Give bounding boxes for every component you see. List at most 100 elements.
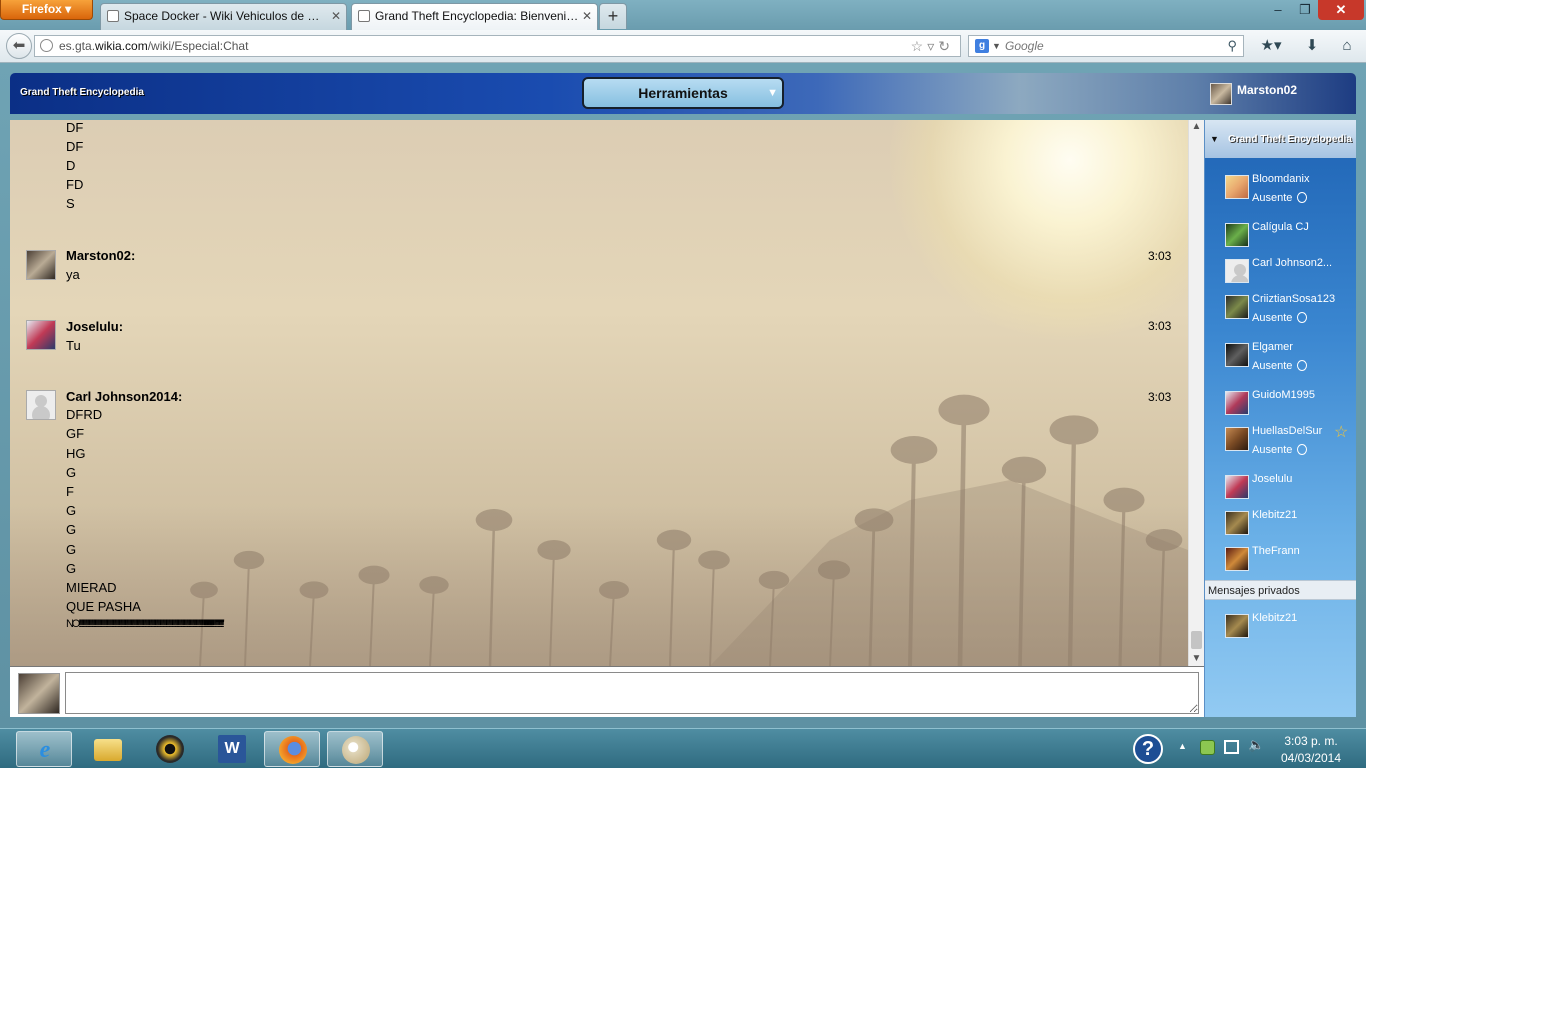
clock-time[interactable]: 3:03 p. m. bbox=[1270, 734, 1352, 748]
close-tab-icon[interactable]: ✕ bbox=[582, 4, 592, 28]
message-line: Tu bbox=[66, 338, 81, 353]
bookmarks-icon[interactable]: ★▾ bbox=[1254, 36, 1288, 56]
new-tab-button[interactable]: + bbox=[599, 3, 627, 29]
taskbar-internet-explorer[interactable]: e bbox=[16, 731, 72, 767]
user-status: Ausente bbox=[1252, 312, 1293, 324]
engine-dropdown-icon[interactable]: ▼ bbox=[992, 36, 1001, 56]
private-user-item[interactable]: Klebitz21 bbox=[1205, 612, 1356, 654]
url-bar[interactable]: es.gta.wikia.com/wiki/Especial:Chat ☆▿↻ bbox=[34, 35, 961, 57]
current-user-name[interactable]: Marston02 bbox=[1237, 83, 1297, 97]
avatar[interactable] bbox=[26, 390, 56, 420]
security-icon[interactable] bbox=[1200, 740, 1215, 755]
back-arrow-icon: ⬅ bbox=[12, 37, 26, 54]
avatar[interactable] bbox=[1210, 83, 1232, 105]
tools-label: Herramientas bbox=[638, 85, 728, 101]
user-name: GuidoM1995 bbox=[1252, 389, 1315, 401]
search-placeholder: Google bbox=[1005, 39, 1044, 53]
scroll-up-icon[interactable]: ▲ bbox=[1189, 120, 1204, 134]
user-name: CriiztianSosa123 bbox=[1252, 293, 1336, 305]
avatar bbox=[18, 673, 60, 714]
taskbar-paint[interactable] bbox=[327, 731, 383, 767]
message-line: F bbox=[66, 484, 74, 499]
taskbar-media-player[interactable] bbox=[142, 731, 198, 767]
url-actions: ☆▿↻ bbox=[911, 36, 954, 56]
chat-message-input[interactable] bbox=[65, 672, 1199, 714]
room-header[interactable]: ▼ Grand Theft Encyclopedia bbox=[1205, 120, 1356, 158]
help-icon[interactable]: ? bbox=[1133, 734, 1163, 764]
message-username[interactable]: Carl Johnson2014: bbox=[66, 389, 182, 404]
message-line: G bbox=[66, 522, 77, 537]
message-username[interactable]: Joselulu: bbox=[66, 319, 123, 334]
user-list-item[interactable]: Elgamer Ausente bbox=[1205, 341, 1356, 383]
messages-list: DF DF D FD S Marston02: 3:03 ya Joselulu… bbox=[10, 120, 1188, 666]
close-window-button[interactable]: ✕ bbox=[1318, 0, 1364, 20]
search-icon[interactable]: ⚲ bbox=[1227, 36, 1237, 56]
dropdown-icon[interactable]: ▿ bbox=[927, 38, 938, 54]
room-name: Grand Theft Encyclopedia bbox=[1228, 134, 1352, 145]
message-time: 3:03 bbox=[1148, 390, 1172, 404]
close-tab-icon[interactable]: ✕ bbox=[331, 4, 341, 28]
back-button[interactable]: ⬅ bbox=[6, 33, 32, 59]
globe-icon bbox=[40, 39, 53, 52]
message-line: GF bbox=[66, 426, 85, 441]
minimize-button[interactable]: – bbox=[1264, 0, 1292, 20]
tab-label: Space Docker - Wiki Vehiculos de Gra... bbox=[124, 9, 328, 23]
message-line: FD bbox=[66, 177, 84, 192]
download-icon[interactable]: ⬇ bbox=[1300, 36, 1324, 56]
search-bar[interactable]: g ▼ Google ⚲ bbox=[968, 35, 1244, 57]
tab-grand-theft-encyclopedia[interactable]: Grand Theft Encyclopedia: Bienvenid... ✕ bbox=[351, 3, 598, 30]
home-icon[interactable]: ⌂ bbox=[1334, 36, 1360, 56]
user-name: Calígula CJ bbox=[1252, 221, 1309, 233]
collapse-icon[interactable]: ▼ bbox=[1210, 134, 1219, 144]
private-messages-header: Mensajes privados bbox=[1205, 580, 1356, 600]
avatar bbox=[1225, 259, 1249, 283]
message-line: G bbox=[66, 561, 77, 576]
chat-scrollbar[interactable]: ▲ ▼ bbox=[1188, 120, 1204, 666]
message-line: G bbox=[66, 542, 77, 557]
message-line: G bbox=[66, 465, 77, 480]
tab-space-docker[interactable]: Space Docker - Wiki Vehiculos de Gra... … bbox=[100, 3, 347, 30]
media-player-icon bbox=[156, 735, 184, 763]
firefox-menu-button[interactable]: Firefox ▾ bbox=[0, 0, 93, 20]
tools-button[interactable]: Herramientas ▼ bbox=[582, 77, 784, 109]
user-list-item[interactable]: HuellasDelSur Ausente ☆ bbox=[1205, 424, 1356, 467]
volume-icon[interactable]: 🔈 bbox=[1248, 737, 1264, 753]
message-line: QUE PASHA bbox=[66, 599, 141, 614]
maximize-button[interactable]: ❐ bbox=[1292, 0, 1318, 20]
title-bar: Firefox ▾ Space Docker - Wiki Vehiculos … bbox=[0, 0, 1366, 30]
wiki-logo[interactable]: Grand Theft Encyclopedia bbox=[20, 87, 144, 98]
user-list-sidebar: ▼ Grand Theft Encyclopedia Bloomdanix Au… bbox=[1204, 120, 1356, 717]
away-icon bbox=[1297, 360, 1307, 371]
firefox-menu-label: Firefox bbox=[21, 2, 62, 16]
message-time: 3:03 bbox=[1148, 319, 1172, 333]
user-name: HuellasDelSur bbox=[1252, 425, 1323, 437]
user-list-item[interactable]: CriiztianSosa123 Ausente bbox=[1205, 293, 1356, 335]
scroll-down-icon[interactable]: ▼ bbox=[1189, 652, 1204, 666]
chevron-down-icon: ▼ bbox=[767, 87, 778, 99]
bookmark-star-icon[interactable]: ☆ bbox=[911, 38, 928, 54]
browser-window: Firefox ▾ Space Docker - Wiki Vehiculos … bbox=[0, 0, 1366, 768]
network-icon[interactable] bbox=[1224, 740, 1239, 754]
chat-header: Grand Theft Encyclopedia Herramientas ▼ M… bbox=[10, 73, 1356, 114]
taskbar-firefox[interactable] bbox=[264, 731, 320, 767]
google-icon[interactable]: g bbox=[975, 39, 989, 53]
folder-icon bbox=[94, 739, 122, 761]
paint-palette-icon bbox=[342, 736, 370, 764]
avatar[interactable] bbox=[26, 320, 56, 350]
user-name: Klebitz21 bbox=[1252, 509, 1298, 521]
clock-date[interactable]: 04/03/2014 bbox=[1270, 751, 1352, 765]
avatar bbox=[1225, 547, 1249, 571]
message-time: 3:03 bbox=[1148, 249, 1172, 263]
page-content: Grand Theft Encyclopedia Herramientas ▼ M… bbox=[0, 63, 1366, 728]
reload-icon[interactable]: ↻ bbox=[938, 38, 954, 54]
message-line: NO!!!!!!!!!!!!!!!!!!!!!!!!!!!!!!!!!!!!!!… bbox=[66, 618, 218, 630]
taskbar-file-explorer[interactable] bbox=[80, 731, 136, 767]
message-username[interactable]: Marston02: bbox=[66, 248, 135, 263]
away-icon bbox=[1297, 444, 1307, 455]
taskbar-word[interactable]: W bbox=[204, 731, 260, 767]
avatar[interactable] bbox=[26, 250, 56, 280]
user-list-item[interactable]: Bloomdanix Ausente bbox=[1205, 173, 1356, 215]
show-hidden-icons-icon[interactable]: ▲ bbox=[1178, 741, 1187, 751]
avatar bbox=[1225, 223, 1249, 247]
scroll-thumb[interactable] bbox=[1191, 631, 1202, 649]
